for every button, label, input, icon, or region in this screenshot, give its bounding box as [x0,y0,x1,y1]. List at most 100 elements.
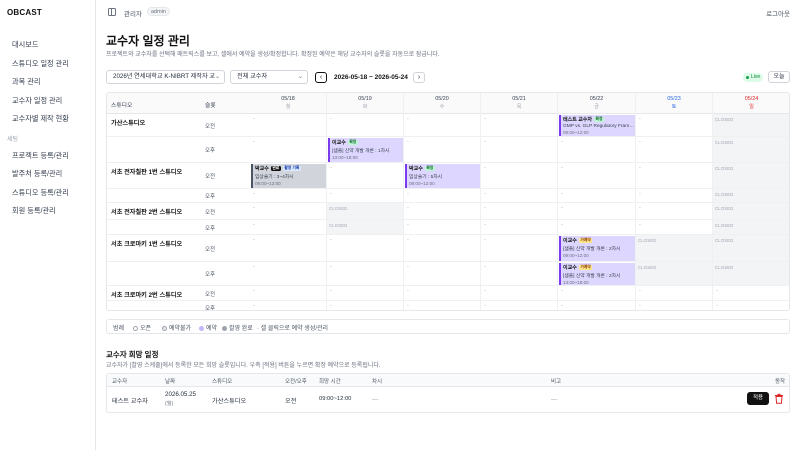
project-select[interactable]: 2026년 연세대학교 K-NIBRT 제작자 교 ⌄ [106,70,225,84]
closed-cell[interactable]: CLOSED [713,189,789,202]
apply-button[interactable]: 적용 [747,392,769,405]
schedule-cell[interactable]: - [636,189,713,202]
chevron-down-icon: ⌄ [214,74,220,80]
schedule-cell[interactable]: - [481,235,558,261]
sidebar-item-production-status[interactable]: 교수자별 제작 현황 [0,110,96,129]
closed-cell[interactable]: CLOSED [713,220,789,234]
next-week-button[interactable]: › [413,72,425,83]
schedule-cell[interactable]: - [250,189,327,202]
schedule-cell[interactable]: - [636,137,713,162]
sidebar-toggle-icon[interactable] [108,8,116,16]
empty-marker: - [330,288,332,294]
reservation-card[interactable]: 이교수 가예약 [샘플] 신약 개발 개론 : 2차시 13:00~18:00 [559,263,635,285]
closed-cell[interactable]: CLOSED [713,163,789,188]
prev-week-button[interactable]: ‹ [315,72,327,83]
sidebar-item-dashboard[interactable]: 대시보드 [0,36,96,55]
schedule-cell[interactable]: - [481,163,558,188]
schedule-cell[interactable]: - [404,262,481,285]
day-header: 05/18 월 [250,93,327,114]
schedule-cell[interactable]: - [481,137,558,162]
schedule-cell[interactable]: - [327,163,404,188]
sidebar-item-professor-schedule[interactable]: 교수자 일정 관리 [0,92,96,111]
schedule-cell[interactable]: - [636,220,713,234]
closed-cell[interactable]: CLOSED [713,203,789,219]
schedule-cell[interactable]: - [404,189,481,202]
legend-open: 오픈 [133,323,151,332]
schedule-cell[interactable]: - [558,301,636,310]
schedule-cell[interactable]: - [713,286,789,300]
schedule-cell[interactable]: - [250,235,327,261]
closed-cell[interactable]: CLOSED [713,114,789,136]
reservation-card[interactable]: 테스트 교수자 확정 GMP vs. GLP Regulatory Fram… 09:… [559,115,635,136]
page-description: 프로젝트와 교수자를 선택해 매트릭스를 보고, 셀에서 예약을 생성/확정합니… [106,52,440,58]
reservation-card[interactable]: 이교수 확정 [샘플] 신약 개발 개론 : 1차시 13:00~18:00 [328,138,403,162]
empty-marker: - [253,222,255,228]
closed-cell[interactable]: CLOSED [713,235,789,261]
schedule-cell[interactable]: - [558,137,636,162]
schedule-cell[interactable]: - [558,189,636,202]
day-header: 05/22 금 [558,93,636,114]
schedule-cell[interactable]: - [481,220,558,234]
reservation-card[interactable]: 박교수 완료 촬영 기록 임상술기 : 3~4차시 09:00~12:00 [251,164,326,188]
app-logo[interactable]: OBCAST [7,8,42,17]
schedule-cell[interactable]: - [636,114,713,136]
status-badge: 확정 [347,140,358,145]
schedule-cell[interactable]: - [636,301,713,310]
reservation-card[interactable]: 박교수 확정 임상술기 : 5차시 09:00~12:00 [405,164,480,188]
schedule-cell[interactable]: - [250,301,327,310]
schedule-cell[interactable]: - [327,235,404,261]
schedule-cell[interactable]: - [327,189,404,202]
schedule-cell[interactable]: - [250,262,327,285]
closed-cell[interactable]: CLOSED [327,203,404,219]
day-header: 05/19 화 [327,93,404,114]
schedule-cell[interactable]: - [250,203,327,219]
schedule-cell[interactable]: - [481,203,558,219]
schedule-cell[interactable]: - [481,301,558,310]
schedule-cell[interactable]: - [250,286,327,300]
sidebar-item-projects[interactable]: 프로젝트 등록/관리 [0,147,96,166]
empty-marker: - [561,222,563,228]
sidebar-item-studios[interactable]: 스튜디오 등록/관리 [0,184,96,203]
schedule-cell[interactable]: - [558,220,636,234]
schedule-cell[interactable]: - [404,203,481,219]
professor-select[interactable]: 전체 교수자 ⌄ [230,70,308,84]
schedule-cell[interactable]: - [404,286,481,300]
schedule-cell[interactable]: - [481,262,558,285]
schedule-cell[interactable]: - [404,137,481,162]
closed-cell[interactable]: CLOSED [713,262,789,285]
schedule-cell[interactable]: - [558,203,636,219]
sidebar-item-members[interactable]: 회원 등록/관리 [0,202,96,221]
schedule-cell[interactable]: - [636,203,713,219]
schedule-cell[interactable]: - [327,301,404,310]
schedule-cell[interactable]: - [558,163,636,188]
closed-cell[interactable]: CLOSED [636,235,713,261]
schedule-cell[interactable]: - [404,220,481,234]
today-button[interactable]: 오늘 [768,71,790,83]
reservation-card[interactable]: 이교수 가예약 [샘플] 신약 개발 개론 : 2차시 09:00~12:00 [559,236,635,261]
schedule-cell[interactable]: - [327,262,404,285]
schedule-cell[interactable]: - [327,286,404,300]
schedule-cell[interactable]: - [481,114,558,136]
sidebar-item-courses[interactable]: 과목 관리 [0,73,96,92]
schedule-cell[interactable]: - [481,286,558,300]
schedule-cell[interactable]: - [636,286,713,300]
schedule-cell[interactable]: - [250,220,327,234]
schedule-cell[interactable]: - [404,114,481,136]
schedule-cell[interactable]: - [250,114,327,136]
schedule-cell[interactable]: - [404,235,481,261]
schedule-cell[interactable]: - [404,301,481,310]
schedule-cell[interactable]: - [327,114,404,136]
schedule-cell[interactable]: - [250,137,327,162]
schedule-cell[interactable]: - [481,189,558,202]
sidebar-item-studio-schedule[interactable]: 스튜디오 일정 관리 [0,55,96,74]
logout-link[interactable]: 로그아웃 [766,8,790,18]
sidebar-item-clients[interactable]: 발주처 등록/관리 [0,165,96,184]
reservation-professor: 박교수 [255,166,269,172]
schedule-cell[interactable]: - [558,286,636,300]
closed-cell[interactable]: CLOSED [327,220,404,234]
trash-icon[interactable] [774,393,784,404]
closed-cell[interactable]: CLOSED [636,262,713,285]
closed-cell[interactable]: CLOSED [713,137,789,162]
schedule-cell[interactable]: - [636,163,713,188]
schedule-cell[interactable]: - [713,301,789,310]
